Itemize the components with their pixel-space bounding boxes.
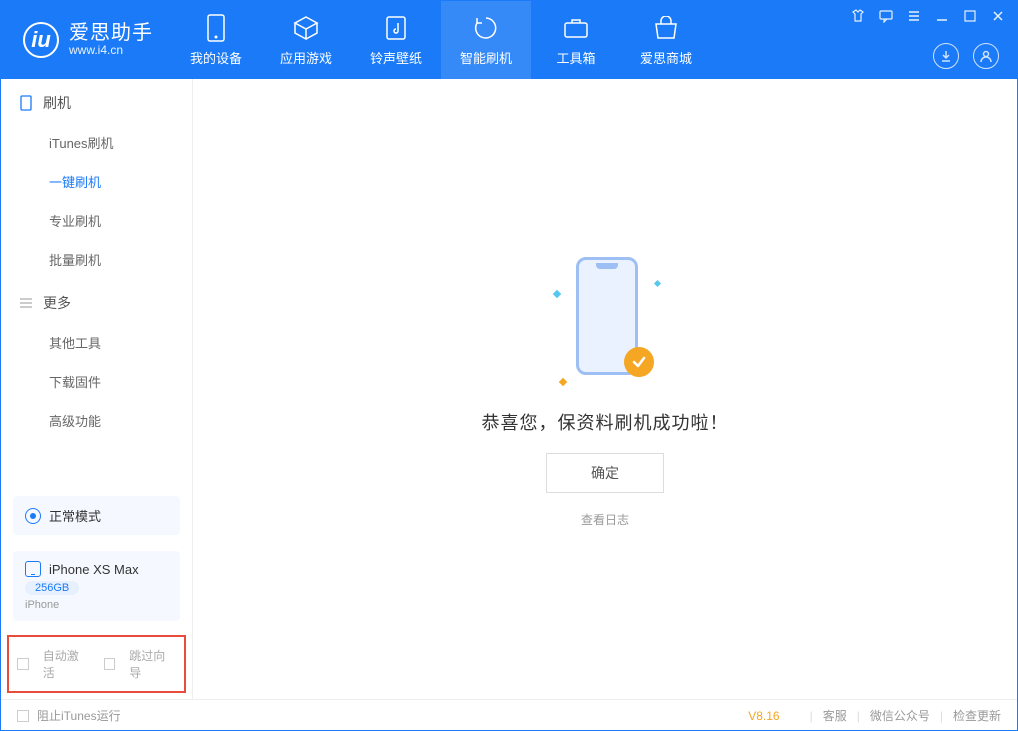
ok-button[interactable]: 确定	[546, 453, 664, 493]
sidebar-item-other-tools[interactable]: 其他工具	[49, 323, 192, 362]
statusbar: 阻止iTunes运行 V8.16 | 客服 | 微信公众号 | 检查更新	[1, 699, 1017, 731]
auto-activate-label: 自动激活	[43, 647, 90, 681]
checkmark-badge-icon	[624, 347, 654, 377]
tab-toolbox[interactable]: 工具箱	[531, 1, 621, 79]
sidebar-section-flash: 刷机	[1, 79, 192, 123]
skip-guide-label: 跳过向导	[129, 647, 176, 681]
store-icon	[652, 14, 680, 42]
device-mode-card[interactable]: 正常模式	[13, 496, 180, 535]
feedback-icon[interactable]	[879, 9, 893, 23]
sidebar-item-batch-flash[interactable]: 批量刷机	[49, 240, 192, 279]
cube-icon	[292, 14, 320, 42]
version-label: V8.16	[748, 709, 779, 723]
tab-store[interactable]: 爱思商城	[621, 1, 711, 79]
shirt-icon[interactable]	[851, 9, 865, 23]
device-capacity-badge: 256GB	[25, 581, 79, 595]
wechat-link[interactable]: 微信公众号	[870, 707, 930, 724]
device-info-card[interactable]: iPhone XS Max 256GB iPhone	[13, 551, 180, 621]
mode-indicator-icon	[25, 508, 41, 524]
success-message: 恭喜您，保资料刷机成功啦！	[482, 409, 729, 435]
tab-apps-games[interactable]: 应用游戏	[261, 1, 351, 79]
sidebar-item-itunes-flash[interactable]: iTunes刷机	[49, 123, 192, 162]
success-illustration	[550, 251, 660, 391]
check-update-link[interactable]: 检查更新	[953, 707, 1001, 724]
main-content: 恭喜您，保资料刷机成功啦！ 确定 查看日志	[193, 79, 1017, 699]
sidebar-section-more: 更多	[1, 279, 192, 323]
phone-small-icon	[19, 96, 33, 110]
tab-smart-flash[interactable]: 智能刷机	[441, 1, 531, 79]
tab-ringtone-wallpaper[interactable]: 铃声壁纸	[351, 1, 441, 79]
maximize-button[interactable]	[963, 9, 977, 23]
sidebar-item-pro-flash[interactable]: 专业刷机	[49, 201, 192, 240]
block-itunes-checkbox[interactable]	[17, 710, 29, 722]
close-button[interactable]	[991, 9, 1005, 23]
sidebar-item-oneclick-flash[interactable]: 一键刷机	[49, 162, 192, 201]
device-small-icon	[25, 561, 41, 577]
bottom-checkbox-row: 自动激活 跳过向导	[7, 635, 186, 693]
view-log-link[interactable]: 查看日志	[581, 511, 629, 528]
titlebar: iu 爱思助手 www.i4.cn 我的设备 应用游戏 铃声壁纸 智能刷机 工具…	[1, 1, 1017, 79]
support-link[interactable]: 客服	[823, 707, 847, 724]
sidebar: 刷机 iTunes刷机 一键刷机 专业刷机 批量刷机 更多 其他工具 下载固件 …	[1, 79, 193, 699]
block-itunes-label: 阻止iTunes运行	[37, 707, 121, 724]
app-logo: iu 爱思助手 www.i4.cn	[1, 1, 171, 79]
sidebar-item-download-firmware[interactable]: 下载固件	[49, 362, 192, 401]
auto-activate-checkbox[interactable]	[17, 658, 29, 670]
nav-tabs: 我的设备 应用游戏 铃声壁纸 智能刷机 工具箱 爱思商城	[171, 1, 711, 79]
skip-guide-checkbox[interactable]	[104, 658, 116, 670]
app-name-cn: 爱思助手	[69, 22, 153, 44]
user-account-button[interactable]	[973, 43, 999, 69]
refresh-shield-icon	[472, 14, 500, 42]
toolbox-icon	[562, 14, 590, 42]
app-url: www.i4.cn	[69, 44, 153, 57]
list-icon	[19, 296, 33, 310]
window-controls	[851, 9, 1005, 23]
sidebar-item-advanced[interactable]: 高级功能	[49, 401, 192, 440]
tab-my-device[interactable]: 我的设备	[171, 1, 261, 79]
logo-icon: iu	[23, 22, 59, 58]
download-button[interactable]	[933, 43, 959, 69]
minimize-button[interactable]	[935, 9, 949, 23]
device-icon	[202, 14, 230, 42]
menu-icon[interactable]	[907, 9, 921, 23]
music-file-icon	[382, 14, 410, 42]
